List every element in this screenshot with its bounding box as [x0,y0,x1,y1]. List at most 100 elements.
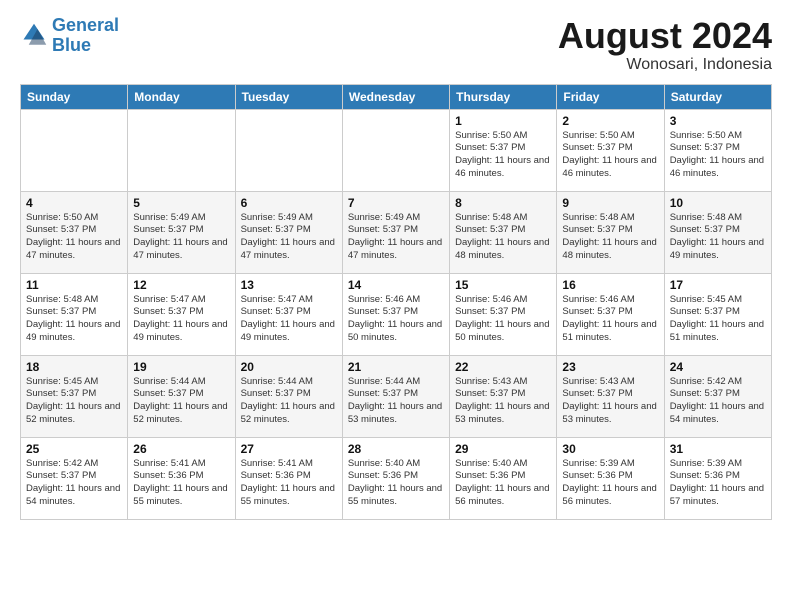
header: GeneralBlue August 2024 Wonosari, Indone… [20,16,772,74]
day-number: 29 [455,442,551,456]
day-number: 27 [241,442,337,456]
day-info: Sunrise: 5:45 AM Sunset: 5:37 PM Dayligh… [26,376,122,427]
day-info: Sunrise: 5:39 AM Sunset: 5:36 PM Dayligh… [670,458,766,509]
calendar-day-cell: 27 Sunrise: 5:41 AM Sunset: 5:36 PM Dayli… [235,437,342,519]
day-number: 21 [348,360,444,374]
calendar-header-row: Sunday Monday Tuesday Wednesday Thursday… [21,84,772,109]
day-info: Sunrise: 5:48 AM Sunset: 5:37 PM Dayligh… [455,212,551,263]
day-number: 14 [348,278,444,292]
calendar-day-cell: 23Sunrise: 5:43 AM Sunset: 5:37 PM Dayli… [557,355,664,437]
col-thursday: Thursday [450,84,557,109]
calendar-day-cell [128,109,235,191]
calendar-day-cell: 30 Sunrise: 5:39 AM Sunset: 5:36 PM Dayli… [557,437,664,519]
day-info: Sunrise: 5:44 AM Sunset: 5:37 PM Dayligh… [133,376,229,427]
day-info: Sunrise: 5:41 AM Sunset: 5:36 PM Dayligh… [133,458,229,509]
day-number: 19 [133,360,229,374]
day-info: Sunrise: 5:49 AM Sunset: 5:37 PM Dayligh… [348,212,444,263]
day-number: 30 [562,442,658,456]
day-info: Sunrise: 5:46 AM Sunset: 5:37 PM Dayligh… [348,294,444,345]
col-saturday: Saturday [664,84,771,109]
day-number: 22 [455,360,551,374]
calendar-day-cell: 22 Sunrise: 5:43 AM Sunset: 5:37 PM Dayli… [450,355,557,437]
day-info: Sunrise: 5:44 AM Sunset: 5:37 PM Dayligh… [348,376,444,427]
day-info: Sunrise: 5:41 AM Sunset: 5:36 PM Dayligh… [241,458,337,509]
day-number: 2 [562,114,658,128]
day-number: 15 [455,278,551,292]
day-number: 31 [670,442,766,456]
day-info: Sunrise: 5:49 AM Sunset: 5:37 PM Dayligh… [241,212,337,263]
calendar-day-cell: 19 Sunrise: 5:44 AM Sunset: 5:37 PM Dayli… [128,355,235,437]
day-info: Sunrise: 5:50 AM Sunset: 5:37 PM Dayligh… [562,130,658,181]
calendar-day-cell: 25 Sunrise: 5:42 AM Sunset: 5:37 PM Dayli… [21,437,128,519]
calendar-day-cell: 17 Sunrise: 5:45 AM Sunset: 5:37 PM Dayli… [664,273,771,355]
calendar-day-cell: 10 Sunrise: 5:48 AM Sunset: 5:37 PM Dayli… [664,191,771,273]
calendar-table: Sunday Monday Tuesday Wednesday Thursday… [20,84,772,520]
calendar-day-cell: 12 Sunrise: 5:47 AM Sunset: 5:37 PM Dayli… [128,273,235,355]
logo-icon [20,22,48,50]
day-info: Sunrise: 5:47 AM Sunset: 5:37 PM Dayligh… [133,294,229,345]
col-sunday: Sunday [21,84,128,109]
day-info: Sunrise: 5:45 AM Sunset: 5:37 PM Dayligh… [670,294,766,345]
calendar-week-row: 1 Sunrise: 5:50 AM Sunset: 5:37 PM Daylig… [21,109,772,191]
day-number: 25 [26,442,122,456]
logo: GeneralBlue [20,16,119,56]
day-number: 1 [455,114,551,128]
day-number: 16 [562,278,658,292]
calendar-day-cell: 13Sunrise: 5:47 AM Sunset: 5:37 PM Dayli… [235,273,342,355]
day-number: 13 [241,278,337,292]
day-number: 6 [241,196,337,210]
calendar-day-cell: 4 Sunrise: 5:50 AM Sunset: 5:37 PM Daylig… [21,191,128,273]
day-number: 10 [670,196,766,210]
calendar-day-cell: 14 Sunrise: 5:46 AM Sunset: 5:37 PM Dayli… [342,273,449,355]
day-number: 24 [670,360,766,374]
day-info: Sunrise: 5:46 AM Sunset: 5:37 PM Dayligh… [562,294,658,345]
location: Wonosari, Indonesia [558,56,772,74]
calendar-day-cell: 6 Sunrise: 5:49 AM Sunset: 5:37 PM Daylig… [235,191,342,273]
col-wednesday: Wednesday [342,84,449,109]
calendar-week-row: 18 Sunrise: 5:45 AM Sunset: 5:37 PM Dayli… [21,355,772,437]
calendar-day-cell: 20Sunrise: 5:44 AM Sunset: 5:37 PM Dayli… [235,355,342,437]
calendar-day-cell: 3Sunrise: 5:50 AM Sunset: 5:37 PM Daylig… [664,109,771,191]
calendar-day-cell: 28Sunrise: 5:40 AM Sunset: 5:36 PM Dayli… [342,437,449,519]
calendar-day-cell [21,109,128,191]
day-info: Sunrise: 5:50 AM Sunset: 5:37 PM Dayligh… [455,130,551,181]
title-block: August 2024 Wonosari, Indonesia [558,16,772,74]
calendar-day-cell: 26Sunrise: 5:41 AM Sunset: 5:36 PM Dayli… [128,437,235,519]
month-title: August 2024 [558,16,772,56]
day-info: Sunrise: 5:50 AM Sunset: 5:37 PM Dayligh… [26,212,122,263]
day-number: 28 [348,442,444,456]
day-number: 8 [455,196,551,210]
day-info: Sunrise: 5:49 AM Sunset: 5:37 PM Dayligh… [133,212,229,263]
page: GeneralBlue August 2024 Wonosari, Indone… [0,0,792,530]
day-number: 11 [26,278,122,292]
calendar-day-cell: 2 Sunrise: 5:50 AM Sunset: 5:37 PM Daylig… [557,109,664,191]
calendar-day-cell: 15Sunrise: 5:46 AM Sunset: 5:37 PM Dayli… [450,273,557,355]
day-number: 9 [562,196,658,210]
day-number: 18 [26,360,122,374]
calendar-day-cell: 29 Sunrise: 5:40 AM Sunset: 5:36 PM Dayli… [450,437,557,519]
day-info: Sunrise: 5:48 AM Sunset: 5:37 PM Dayligh… [26,294,122,345]
day-info: Sunrise: 5:44 AM Sunset: 5:37 PM Dayligh… [241,376,337,427]
col-friday: Friday [557,84,664,109]
day-number: 17 [670,278,766,292]
day-info: Sunrise: 5:42 AM Sunset: 5:37 PM Dayligh… [670,376,766,427]
day-info: Sunrise: 5:48 AM Sunset: 5:37 PM Dayligh… [670,212,766,263]
day-info: Sunrise: 5:39 AM Sunset: 5:36 PM Dayligh… [562,458,658,509]
day-number: 3 [670,114,766,128]
calendar-day-cell: 21 Sunrise: 5:44 AM Sunset: 5:37 PM Dayli… [342,355,449,437]
day-number: 4 [26,196,122,210]
day-number: 12 [133,278,229,292]
day-number: 7 [348,196,444,210]
calendar-week-row: 11 Sunrise: 5:48 AM Sunset: 5:37 PM Dayli… [21,273,772,355]
calendar-day-cell: 8 Sunrise: 5:48 AM Sunset: 5:37 PM Daylig… [450,191,557,273]
calendar-week-row: 4 Sunrise: 5:50 AM Sunset: 5:37 PM Daylig… [21,191,772,273]
calendar-day-cell: 16 Sunrise: 5:46 AM Sunset: 5:37 PM Dayli… [557,273,664,355]
calendar-day-cell: 7 Sunrise: 5:49 AM Sunset: 5:37 PM Daylig… [342,191,449,273]
day-info: Sunrise: 5:40 AM Sunset: 5:36 PM Dayligh… [455,458,551,509]
calendar-day-cell: 11 Sunrise: 5:48 AM Sunset: 5:37 PM Dayli… [21,273,128,355]
calendar-day-cell: 5Sunrise: 5:49 AM Sunset: 5:37 PM Daylig… [128,191,235,273]
col-tuesday: Tuesday [235,84,342,109]
day-info: Sunrise: 5:43 AM Sunset: 5:37 PM Dayligh… [455,376,551,427]
day-info: Sunrise: 5:42 AM Sunset: 5:37 PM Dayligh… [26,458,122,509]
col-monday: Monday [128,84,235,109]
